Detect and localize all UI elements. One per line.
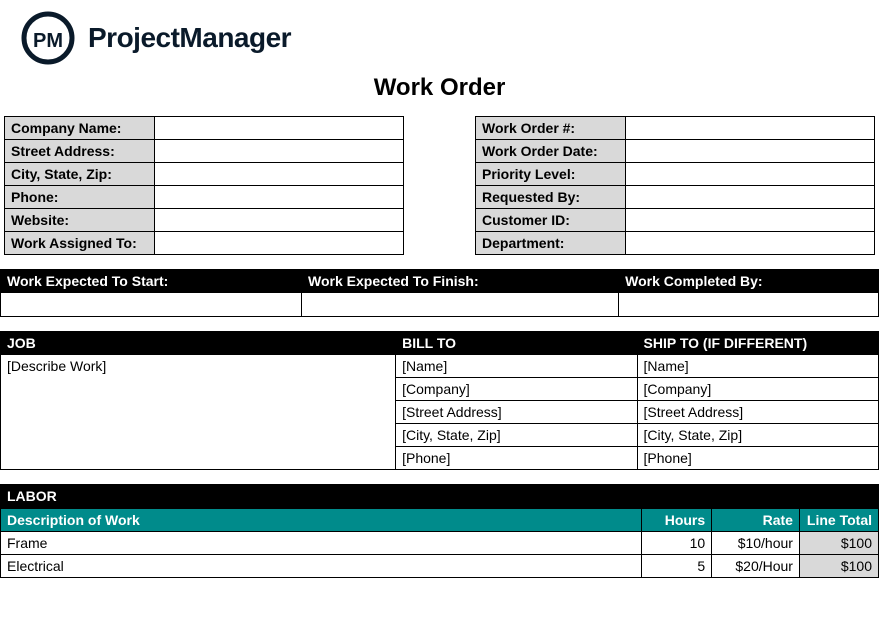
value-priority-level[interactable]: [626, 163, 875, 186]
bill-to-city[interactable]: [City, State, Zip]: [396, 424, 637, 447]
labor-row: Electrical 5 $20/Hour $100: [1, 555, 879, 578]
labor-header-desc: Description of Work: [1, 509, 642, 532]
company-info-table: Company Name: Street Address: City, Stat…: [4, 116, 404, 255]
ship-to-street[interactable]: [Street Address]: [637, 401, 878, 424]
labor-desc[interactable]: Frame: [1, 532, 642, 555]
labor-header-hours: Hours: [641, 509, 711, 532]
labor-hours[interactable]: 5: [641, 555, 711, 578]
labor-header-rate: Rate: [712, 509, 800, 532]
value-city-state-zip[interactable]: [155, 163, 404, 186]
label-street-address: Street Address:: [5, 140, 155, 163]
value-work-start[interactable]: [1, 293, 302, 317]
labor-total: $100: [799, 532, 878, 555]
labor-title: LABOR: [0, 484, 879, 508]
value-work-order-date[interactable]: [626, 140, 875, 163]
header-work-completed: Work Completed By:: [619, 270, 879, 293]
info-columns: Company Name: Street Address: City, Stat…: [0, 116, 879, 255]
ship-to-name[interactable]: [Name]: [637, 355, 878, 378]
label-department: Department:: [476, 232, 626, 255]
header-job: JOB: [1, 332, 396, 355]
header-work-start: Work Expected To Start:: [1, 270, 302, 293]
value-customer-id[interactable]: [626, 209, 875, 232]
label-city-state-zip: City, State, Zip:: [5, 163, 155, 186]
labor-hours[interactable]: 10: [641, 532, 711, 555]
label-phone: Phone:: [5, 186, 155, 209]
page-title: Work Order: [0, 74, 879, 102]
header-bill-to: BILL TO: [396, 332, 637, 355]
value-work-order-num[interactable]: [626, 117, 875, 140]
header-ship-to: SHIP TO (IF DIFFERENT): [637, 332, 878, 355]
ship-to-city[interactable]: [City, State, Zip]: [637, 424, 878, 447]
bill-to-company[interactable]: [Company]: [396, 378, 637, 401]
timeline-table: Work Expected To Start: Work Expected To…: [0, 269, 879, 317]
ship-to-company[interactable]: [Company]: [637, 378, 878, 401]
labor-rate[interactable]: $20/Hour: [712, 555, 800, 578]
label-customer-id: Customer ID:: [476, 209, 626, 232]
logo-icon: PM: [20, 10, 76, 66]
value-requested-by[interactable]: [626, 186, 875, 209]
value-company-name[interactable]: [155, 117, 404, 140]
value-work-completed[interactable]: [619, 293, 879, 317]
header-work-finish: Work Expected To Finish:: [302, 270, 619, 293]
header: PM ProjectManager: [0, 0, 879, 66]
value-work-finish[interactable]: [302, 293, 619, 317]
value-work-assigned-to[interactable]: [155, 232, 404, 255]
job-section-table: JOB BILL TO SHIP TO (IF DIFFERENT) [Desc…: [0, 331, 879, 470]
label-work-order-date: Work Order Date:: [476, 140, 626, 163]
label-work-order-num: Work Order #:: [476, 117, 626, 140]
label-priority-level: Priority Level:: [476, 163, 626, 186]
labor-header-total: Line Total: [799, 509, 878, 532]
labor-table: Description of Work Hours Rate Line Tota…: [0, 508, 879, 578]
bill-to-phone[interactable]: [Phone]: [396, 447, 637, 470]
labor-row: Frame 10 $10/hour $100: [1, 532, 879, 555]
label-requested-by: Requested By:: [476, 186, 626, 209]
job-description[interactable]: [Describe Work]: [1, 355, 396, 470]
labor-rate[interactable]: $10/hour: [712, 532, 800, 555]
value-street-address[interactable]: [155, 140, 404, 163]
label-company-name: Company Name:: [5, 117, 155, 140]
label-website: Website:: [5, 209, 155, 232]
svg-text:PM: PM: [33, 30, 63, 52]
order-info-table: Work Order #: Work Order Date: Priority …: [475, 116, 875, 255]
labor-total: $100: [799, 555, 878, 578]
value-phone[interactable]: [155, 186, 404, 209]
bill-to-street[interactable]: [Street Address]: [396, 401, 637, 424]
ship-to-phone[interactable]: [Phone]: [637, 447, 878, 470]
labor-desc[interactable]: Electrical: [1, 555, 642, 578]
brand-name: ProjectManager: [88, 22, 291, 54]
label-work-assigned-to: Work Assigned To:: [5, 232, 155, 255]
value-department[interactable]: [626, 232, 875, 255]
bill-to-name[interactable]: [Name]: [396, 355, 637, 378]
value-website[interactable]: [155, 209, 404, 232]
